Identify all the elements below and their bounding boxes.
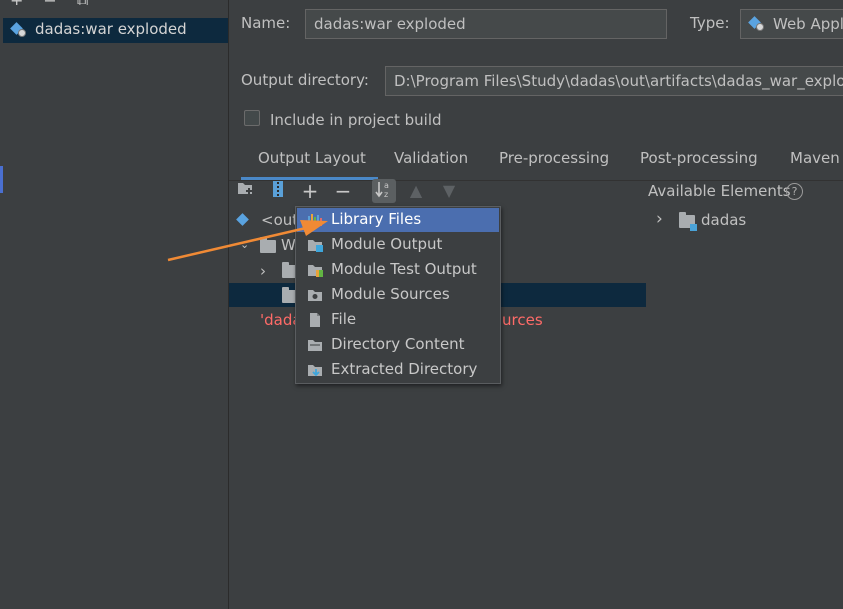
menu-item-module-output[interactable]: Module Output bbox=[297, 233, 499, 257]
available-elements-title: Available Elements bbox=[648, 182, 791, 200]
add-copy-icon[interactable]: + bbox=[299, 180, 321, 202]
copy-icon[interactable]: ⧉ bbox=[77, 0, 108, 5]
type-label: Type: bbox=[690, 14, 730, 32]
menu-item-library-files[interactable]: Library Files bbox=[297, 208, 499, 232]
library-icon bbox=[308, 214, 322, 226]
add-element-popup-menu: Library Files Module Output Module Test … bbox=[295, 206, 501, 384]
module-output-icon bbox=[308, 240, 323, 252]
module-test-output-icon bbox=[308, 265, 323, 277]
available-item-label[interactable]: dadas bbox=[701, 211, 746, 229]
tab-validation[interactable]: Validation bbox=[394, 149, 468, 167]
extracted-directory-icon bbox=[308, 365, 322, 377]
menu-item-module-sources[interactable]: Module Sources bbox=[297, 283, 499, 307]
output-root-icon bbox=[236, 213, 253, 229]
type-value: Web Appl bbox=[773, 15, 843, 33]
help-icon[interactable]: ? bbox=[786, 183, 803, 200]
artifacts-list-panel bbox=[0, 0, 229, 609]
module-sources-icon bbox=[308, 290, 322, 301]
left-toolbar[interactable]: +−⧉ bbox=[10, 0, 108, 5]
artifact-list-item[interactable]: dadas:war exploded bbox=[3, 18, 228, 43]
menu-item-module-test-output[interactable]: Module Test Output bbox=[297, 258, 499, 282]
svg-text:a: a bbox=[384, 181, 389, 190]
output-directory-label: Output directory: bbox=[241, 71, 369, 89]
remove-element-icon[interactable]: − bbox=[332, 180, 354, 202]
expand-chevron-icon[interactable]: › bbox=[656, 209, 663, 229]
add-icon[interactable]: + bbox=[10, 0, 43, 5]
file-icon bbox=[310, 313, 320, 327]
war-artifact-icon bbox=[10, 22, 27, 38]
create-directory-icon[interactable] bbox=[235, 180, 257, 202]
tab-pre-processing[interactable]: Pre-processing bbox=[499, 149, 609, 167]
svg-text:z: z bbox=[384, 190, 388, 199]
menu-item-file[interactable]: File bbox=[297, 308, 499, 332]
output-directory-field[interactable]: D:\Program Files\Study\dadas\out\artifac… bbox=[385, 66, 843, 96]
include-in-build-label: Include in project build bbox=[270, 111, 442, 129]
module-folder-icon bbox=[679, 212, 697, 231]
error-message-suffix: urces bbox=[502, 311, 543, 329]
include-in-build-checkbox[interactable] bbox=[244, 110, 260, 126]
name-field[interactable]: dadas:war exploded bbox=[305, 9, 667, 39]
left-edge-marker bbox=[0, 166, 3, 193]
create-archive-icon[interactable] bbox=[267, 180, 289, 202]
name-label: Name: bbox=[241, 14, 291, 32]
directory-content-icon bbox=[308, 340, 322, 351]
expand-chevron-icon[interactable]: ⌄ bbox=[240, 238, 249, 251]
sort-elements-icon[interactable]: az bbox=[372, 179, 396, 203]
move-up-icon[interactable]: ▲ bbox=[405, 180, 427, 202]
tree-child-label: W bbox=[281, 236, 296, 254]
move-down-icon[interactable]: ▼ bbox=[438, 180, 460, 202]
collapsed-chevron-icon[interactable]: › bbox=[260, 262, 266, 280]
output-root-label: <out bbox=[261, 211, 299, 229]
folder-icon bbox=[260, 237, 276, 253]
tab-output-layout[interactable]: Output Layout bbox=[258, 149, 366, 167]
type-dropdown[interactable]: Web Appl bbox=[740, 9, 843, 39]
menu-item-extracted-directory[interactable]: Extracted Directory bbox=[297, 358, 499, 382]
tab-bar-divider bbox=[229, 180, 843, 181]
menu-item-directory-content[interactable]: Directory Content bbox=[297, 333, 499, 357]
tab-maven[interactable]: Maven bbox=[790, 149, 840, 167]
tab-post-processing[interactable]: Post-processing bbox=[640, 149, 758, 167]
web-app-icon bbox=[748, 16, 765, 32]
remove-icon[interactable]: − bbox=[43, 0, 76, 5]
artifact-item-label: dadas:war exploded bbox=[35, 20, 187, 38]
